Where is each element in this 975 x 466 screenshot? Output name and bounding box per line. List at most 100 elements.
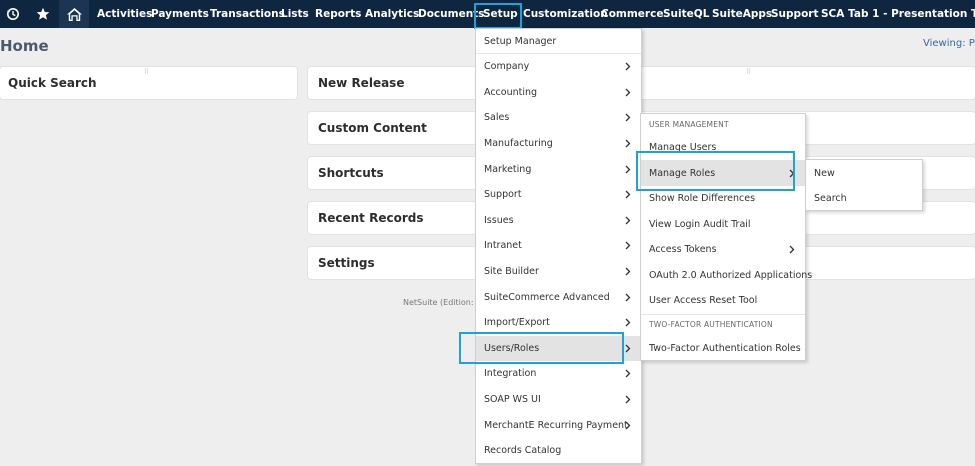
nav-payments[interactable]: Payments <box>151 0 209 28</box>
drag-handle-icon[interactable]: ⠿ <box>746 68 752 76</box>
chevron-right-icon <box>623 420 633 430</box>
chevron-right-icon <box>787 168 797 178</box>
quick-search-portlet: Quick Search ⠿ <box>0 67 297 99</box>
menu-item-label: MerchantE Recurring Payment <box>484 419 628 431</box>
menu-item-soap-ws-ui[interactable]: SOAP WS UI <box>476 387 641 413</box>
menu-item-label: OAuth 2.0 Authorized Applications <box>649 269 813 281</box>
portlet-title[interactable]: Settings <box>318 247 375 279</box>
chevron-right-icon <box>623 164 633 174</box>
menu-item-marketing[interactable]: Marketing <box>476 156 641 182</box>
footer-edition-text: NetSuite (Edition: U <box>403 298 482 307</box>
chevron-right-icon <box>623 139 633 149</box>
menu-item-manufacturing[interactable]: Manufacturing <box>476 131 641 157</box>
home-icon[interactable] <box>59 0 89 28</box>
menu-item-view-login-audit-trail[interactable]: View Login Audit Trail <box>641 212 805 238</box>
nav-suiteapps[interactable]: SuiteApps <box>712 0 772 28</box>
menu-item-site-builder[interactable]: Site Builder <box>476 259 641 285</box>
manage-roles-submenu: New Search <box>805 159 923 211</box>
menu-divider <box>641 314 805 315</box>
menu-item-label: Users/Roles <box>484 342 540 354</box>
chevron-right-icon <box>623 369 633 379</box>
section-heading-two-factor: TWO-FACTOR AUTHENTICATION <box>649 320 773 329</box>
menu-item-company[interactable]: Company <box>476 54 641 80</box>
menu-item-label: Support <box>484 189 522 201</box>
menu-item-search[interactable]: Search <box>806 186 922 211</box>
portlet-title[interactable]: Shortcuts <box>318 157 384 189</box>
viewing-dropdown[interactable]: Viewing: Por <box>923 38 975 49</box>
nav-support[interactable]: Support <box>771 0 818 28</box>
chevron-right-icon <box>623 343 633 353</box>
nav-reports[interactable]: Reports <box>315 0 361 28</box>
nav-transactions[interactable]: Transactions <box>210 0 285 28</box>
nav-suiteql[interactable]: SuiteQL <box>663 0 709 28</box>
users-roles-submenu: USER MANAGEMENT Manage Users Manage Role… <box>640 113 812 361</box>
menu-item-new[interactable]: New <box>806 160 922 186</box>
menu-item-user-access-reset-tool[interactable]: User Access Reset Tool <box>641 288 805 314</box>
menu-item-users-roles[interactable]: Users/Roles <box>476 335 641 362</box>
nav-documents[interactable]: Documents <box>418 0 484 28</box>
chevron-right-icon <box>623 190 633 200</box>
menu-item-label: New <box>814 167 835 179</box>
drag-handle-icon[interactable]: ⠿ <box>144 68 150 76</box>
menu-item-show-role-differences[interactable]: Show Role Differences <box>641 186 805 212</box>
menu-item-label: Issues <box>484 214 514 226</box>
chevron-right-icon <box>623 215 633 225</box>
menu-item-label: Records Catalog <box>484 445 562 457</box>
menu-item-records-catalog[interactable]: Records Catalog <box>476 438 641 464</box>
menu-item-label: Setup Manager <box>484 35 557 47</box>
menu-item-two-factor-authentication-roles[interactable]: Two-Factor Authentication Roles <box>641 336 805 361</box>
section-heading-user-management: USER MANAGEMENT <box>649 120 729 129</box>
menu-item-oauth-authorized-applications[interactable]: OAuth 2.0 Authorized Applications <box>641 263 812 289</box>
menu-item-label: Search <box>814 193 847 204</box>
menu-item-label: Site Builder <box>484 266 539 278</box>
nav-lists[interactable]: Lists <box>281 0 309 28</box>
menu-item-accounting[interactable]: Accounting <box>476 80 641 106</box>
menu-item-label: SOAP WS UI <box>484 394 541 406</box>
menu-item-sales[interactable]: Sales <box>476 105 641 131</box>
chevron-right-icon <box>623 62 633 72</box>
menu-item-label: Import/Export <box>484 317 550 329</box>
chevron-right-icon <box>623 292 633 302</box>
menu-item-label: Sales <box>484 112 510 124</box>
menu-item-label: User Access Reset Tool <box>649 295 758 307</box>
star-icon[interactable] <box>33 0 53 28</box>
recent-history-icon[interactable] <box>3 0 23 28</box>
menu-item-label: Show Role Differences <box>649 193 756 205</box>
chevron-right-icon <box>623 318 633 328</box>
menu-item-label: SuiteCommerce Advanced <box>484 291 610 303</box>
menu-item-merchante-recurring-payment[interactable]: MerchantE Recurring Payment <box>476 412 641 438</box>
menu-item-integration[interactable]: Integration <box>476 361 641 387</box>
menu-item-label: Integration <box>484 368 537 380</box>
nav-activities[interactable]: Activities <box>97 0 152 28</box>
portlet-title[interactable]: Custom Content <box>318 112 427 144</box>
menu-item-label: Company <box>484 61 530 73</box>
portlet-title[interactable]: New Release <box>318 67 404 99</box>
menu-item-label: Manage Roles <box>649 167 716 179</box>
menu-item-issues[interactable]: Issues <box>476 208 641 234</box>
nav-setup[interactable]: Setup <box>483 0 518 28</box>
chevron-right-icon <box>623 113 633 123</box>
menu-item-label: Two-Factor Authentication Roles <box>649 343 801 354</box>
menu-item-access-tokens[interactable]: Access Tokens <box>641 237 805 263</box>
chevron-right-icon <box>623 267 633 277</box>
menu-item-manage-roles[interactable]: Manage Roles <box>641 160 805 186</box>
chevron-right-icon <box>623 241 633 251</box>
setup-menu: Setup Manager Company Accounting Sales M… <box>475 28 642 464</box>
menu-item-label: Access Tokens <box>649 244 717 256</box>
nav-analytics[interactable]: Analytics <box>365 0 419 28</box>
menu-item-label: Manage Users <box>649 142 717 153</box>
menu-item-import-export[interactable]: Import/Export <box>476 310 641 336</box>
menu-item-support[interactable]: Support <box>476 182 641 208</box>
portlet-title[interactable]: Quick Search <box>8 67 97 99</box>
menu-item-label: Accounting <box>484 86 538 98</box>
nav-commerce[interactable]: Commerce <box>601 0 663 28</box>
chevron-right-icon <box>623 87 633 97</box>
menu-item-manage-users[interactable]: Manage Users <box>641 135 805 160</box>
chevron-right-icon <box>623 395 633 405</box>
menu-item-setup-manager[interactable]: Setup Manager <box>476 29 641 53</box>
menu-item-suitecommerce-advanced[interactable]: SuiteCommerce Advanced <box>476 284 641 310</box>
menu-item-intranet[interactable]: Intranet <box>476 233 641 259</box>
nav-customization[interactable]: Customization <box>523 0 608 28</box>
portlet-title[interactable]: Recent Records <box>318 202 423 234</box>
nav-sca-tab[interactable]: SCA Tab 1 - Presentation Tab <box>821 0 975 28</box>
